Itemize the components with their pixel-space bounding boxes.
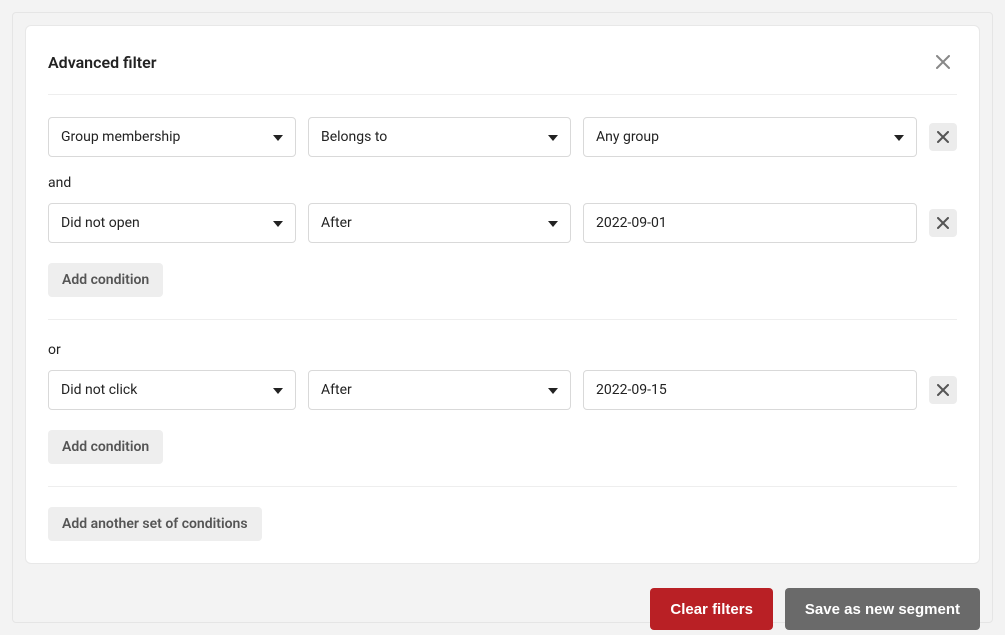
operator-select-value: Belongs to <box>321 129 387 145</box>
operator-select[interactable]: After <box>308 203 571 243</box>
filter-row: Did not click After 2022-09-15 <box>48 370 957 410</box>
add-condition-label: Add condition <box>62 272 149 288</box>
row-actions <box>929 376 957 404</box>
add-another-group-section: Add another set of conditions <box>48 487 957 541</box>
field-select-value: Did not click <box>61 382 137 398</box>
filter-row: Group membership Belongs to Any group <box>48 117 957 157</box>
filter-group: or Did not click After 2022-09-15 <box>48 320 957 487</box>
add-condition-button[interactable]: Add condition <box>48 263 163 297</box>
operator-select[interactable]: After <box>308 370 571 410</box>
value-input[interactable]: 2022-09-01 <box>583 203 917 243</box>
value-select-value: Any group <box>596 129 659 145</box>
close-icon <box>937 217 949 229</box>
operator-select-value: After <box>321 382 352 398</box>
operator-select-value: After <box>321 215 352 231</box>
card-header: Advanced filter <box>48 48 957 95</box>
remove-row-button[interactable] <box>929 209 957 237</box>
save-segment-label: Save as new segment <box>805 601 960 618</box>
filter-row: Did not open After 2022-09-01 <box>48 203 957 243</box>
chevron-down-icon <box>548 382 558 398</box>
field-select[interactable]: Group membership <box>48 117 296 157</box>
field-select[interactable]: Did not open <box>48 203 296 243</box>
value-input-text: 2022-09-15 <box>596 382 667 398</box>
row-actions <box>929 123 957 151</box>
add-another-group-label: Add another set of conditions <box>62 516 248 532</box>
row-actions <box>929 209 957 237</box>
value-input-text: 2022-09-01 <box>596 215 667 231</box>
clear-filters-label: Clear filters <box>670 601 753 618</box>
field-select[interactable]: Did not click <box>48 370 296 410</box>
field-select-value: Did not open <box>61 215 140 231</box>
operator-select[interactable]: Belongs to <box>308 117 571 157</box>
close-icon <box>936 55 950 69</box>
footer-actions: Clear filters Save as new segment <box>25 564 980 630</box>
filter-group: Group membership Belongs to Any group <box>48 95 957 320</box>
clear-filters-button[interactable]: Clear filters <box>650 588 773 630</box>
chevron-down-icon <box>548 129 558 145</box>
chevron-down-icon <box>273 382 283 398</box>
chevron-down-icon <box>273 129 283 145</box>
close-button[interactable] <box>929 48 957 76</box>
chevron-down-icon <box>548 215 558 231</box>
advanced-filter-card: Advanced filter Group membership Belongs… <box>25 25 980 564</box>
card-title: Advanced filter <box>48 53 157 72</box>
conjunction-label: and <box>48 175 957 191</box>
add-another-group-button[interactable]: Add another set of conditions <box>48 507 262 541</box>
chevron-down-icon <box>894 129 904 145</box>
page-frame: Advanced filter Group membership Belongs… <box>12 12 993 623</box>
save-segment-button[interactable]: Save as new segment <box>785 588 980 630</box>
close-icon <box>937 131 949 143</box>
close-icon <box>937 384 949 396</box>
remove-row-button[interactable] <box>929 376 957 404</box>
chevron-down-icon <box>273 215 283 231</box>
value-input[interactable]: 2022-09-15 <box>583 370 917 410</box>
add-condition-label: Add condition <box>62 439 149 455</box>
remove-row-button[interactable] <box>929 123 957 151</box>
add-condition-button[interactable]: Add condition <box>48 430 163 464</box>
field-select-value: Group membership <box>61 129 180 145</box>
value-select[interactable]: Any group <box>583 117 917 157</box>
group-conjunction-label: or <box>48 342 957 358</box>
